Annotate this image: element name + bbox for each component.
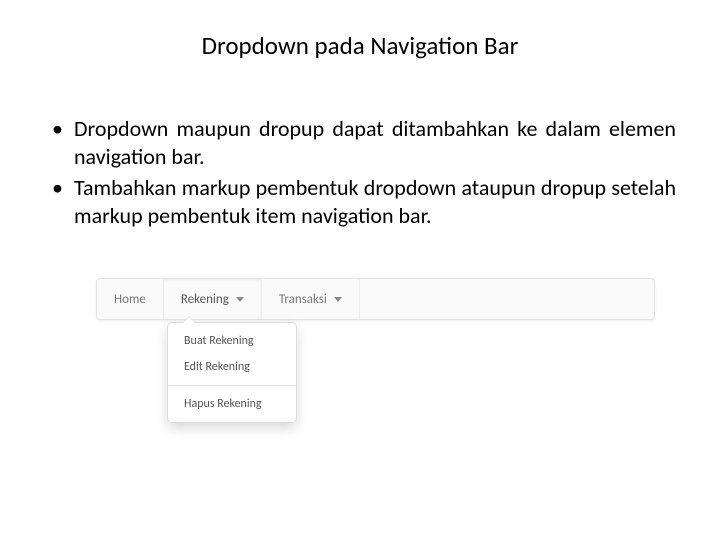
navbar: Home Rekening Transaksi: [96, 278, 655, 320]
bullet-list: Dropdown maupun dropup dapat ditambahkan…: [46, 115, 676, 233]
nav-item-label: Rekening: [181, 292, 229, 307]
slide-title: Dropdown pada Navigation Bar: [0, 30, 720, 61]
caret-down-icon: [334, 297, 342, 302]
nav-item-label: Home: [114, 292, 146, 307]
dropdown-menu: Buat Rekening Edit Rekening Hapus Rekeni…: [167, 322, 297, 423]
dropdown-divider: [168, 385, 296, 386]
dropdown-item-hapus[interactable]: Hapus Rekening: [168, 391, 296, 417]
nav-item-home[interactable]: Home: [97, 279, 164, 319]
nav-item-label: Transaksi: [279, 292, 327, 307]
dropdown-item-buat[interactable]: Buat Rekening: [168, 328, 296, 354]
caret-down-icon: [236, 297, 244, 302]
bullet-item: Dropdown maupun dropup dapat ditambahkan…: [46, 115, 676, 170]
bullet-item: Tambahkan markup pembentuk dropdown atau…: [46, 174, 676, 229]
dropdown-item-edit[interactable]: Edit Rekening: [168, 354, 296, 380]
nav-item-transaksi[interactable]: Transaksi: [262, 279, 360, 319]
nav-item-rekening[interactable]: Rekening: [164, 279, 262, 319]
navbar-example: Home Rekening Transaksi Buat Rekening Ed…: [96, 278, 655, 320]
